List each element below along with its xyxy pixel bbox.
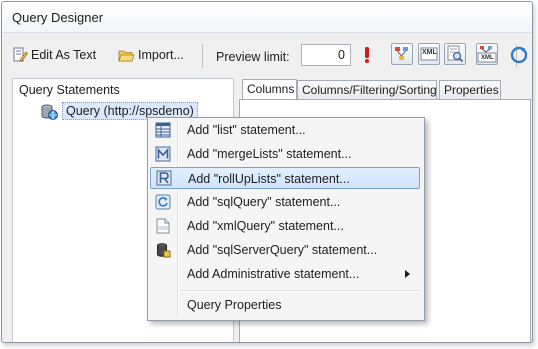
rollup-lists-icon xyxy=(151,167,177,189)
menu-item-add-list[interactable]: Add "list" statement... xyxy=(150,119,420,141)
submenu-arrow-icon xyxy=(405,270,410,278)
magnifier-document-icon xyxy=(447,45,464,63)
menu-item-label: Add "sqlQuery" statement... xyxy=(187,195,341,209)
tab-properties[interactable]: Properties xyxy=(439,80,501,99)
database-globe-icon xyxy=(41,104,58,120)
toolbar-separator xyxy=(202,45,203,67)
menu-item-label: Add "rollUpLists" statement... xyxy=(188,172,350,186)
preview-limit-input[interactable]: 0 xyxy=(301,44,351,66)
xml-relationship-icon xyxy=(477,46,497,63)
menu-item-add-administrative[interactable]: Add Administrative statement... xyxy=(150,263,420,285)
exclamation-icon[interactable] xyxy=(362,46,372,64)
menu-item-label: Add Administrative statement... xyxy=(187,267,360,281)
menu-item-label: Add "mergeLists" statement... xyxy=(187,147,352,161)
tab-label: Columns xyxy=(247,82,295,96)
menu-item-label: Add "sqlServerQuery" statement... xyxy=(187,243,378,257)
tab-strip: Columns Columns/Filtering/Sorting Proper… xyxy=(240,79,532,100)
menu-separator xyxy=(180,290,420,292)
title-bar: Query Designer xyxy=(2,2,532,33)
preview-limit-label: Preview limit: xyxy=(216,50,290,64)
menu-item-query-properties[interactable]: Query Properties xyxy=(150,294,420,316)
import-label: Import... xyxy=(138,48,184,62)
xml-query-icon xyxy=(150,215,176,237)
sql-query-icon xyxy=(150,191,176,213)
open-folder-icon xyxy=(118,50,135,62)
menu-item-add-sqlquery[interactable]: Add "sqlQuery" statement... xyxy=(150,191,420,213)
merge-lists-icon xyxy=(150,143,176,165)
tab-columns[interactable]: Columns xyxy=(242,79,297,100)
tab-columns-filtering-sorting[interactable]: Columns/Filtering/Sorting xyxy=(297,80,437,99)
edit-pencil-icon xyxy=(13,47,28,62)
menu-item-add-rolluplists[interactable]: Add "rollUpLists" statement... xyxy=(150,167,420,189)
sql-server-icon xyxy=(150,239,176,261)
menu-item-label: Add "list" statement... xyxy=(187,123,306,137)
window-title: Query Designer xyxy=(12,10,104,25)
refresh-icon[interactable] xyxy=(510,46,528,64)
xml-relationship-text: XML xyxy=(481,55,494,61)
menu-item-add-sqlserverquery[interactable]: Add "sqlServerQuery" statement... xyxy=(150,239,420,261)
import-button[interactable]: Import... xyxy=(118,46,184,64)
menu-item-label: Add "xmlQuery" statement... xyxy=(187,219,344,233)
edit-as-text-button[interactable]: Edit As Text xyxy=(12,46,96,64)
tab-label: Columns/Filtering/Sorting xyxy=(302,83,437,97)
context-menu: Add "list" statement... Add "mergeLists"… xyxy=(147,117,425,321)
list-grid-icon xyxy=(150,119,176,141)
query-statements-header: Query Statements xyxy=(19,83,120,97)
query-designer-window: Query Designer Edit As Text Import... Pr… xyxy=(1,1,533,343)
tab-label: Properties xyxy=(444,83,499,97)
edit-as-text-label: Edit As Text xyxy=(31,48,97,62)
menu-item-label: Query Properties xyxy=(187,298,282,312)
relationship-diagram-icon xyxy=(395,47,408,60)
relationship-diagram-button[interactable] xyxy=(391,43,413,65)
menu-item-add-xmlquery[interactable]: Add "xmlQuery" statement... xyxy=(150,215,420,237)
xml-view-text: XML xyxy=(422,49,437,56)
xml-view-button[interactable]: XML xyxy=(418,43,440,65)
xml-relationship-button[interactable]: XML xyxy=(476,43,498,65)
preview-query-button[interactable] xyxy=(444,43,466,65)
menu-item-add-mergelists[interactable]: Add "mergeLists" statement... xyxy=(150,143,420,165)
